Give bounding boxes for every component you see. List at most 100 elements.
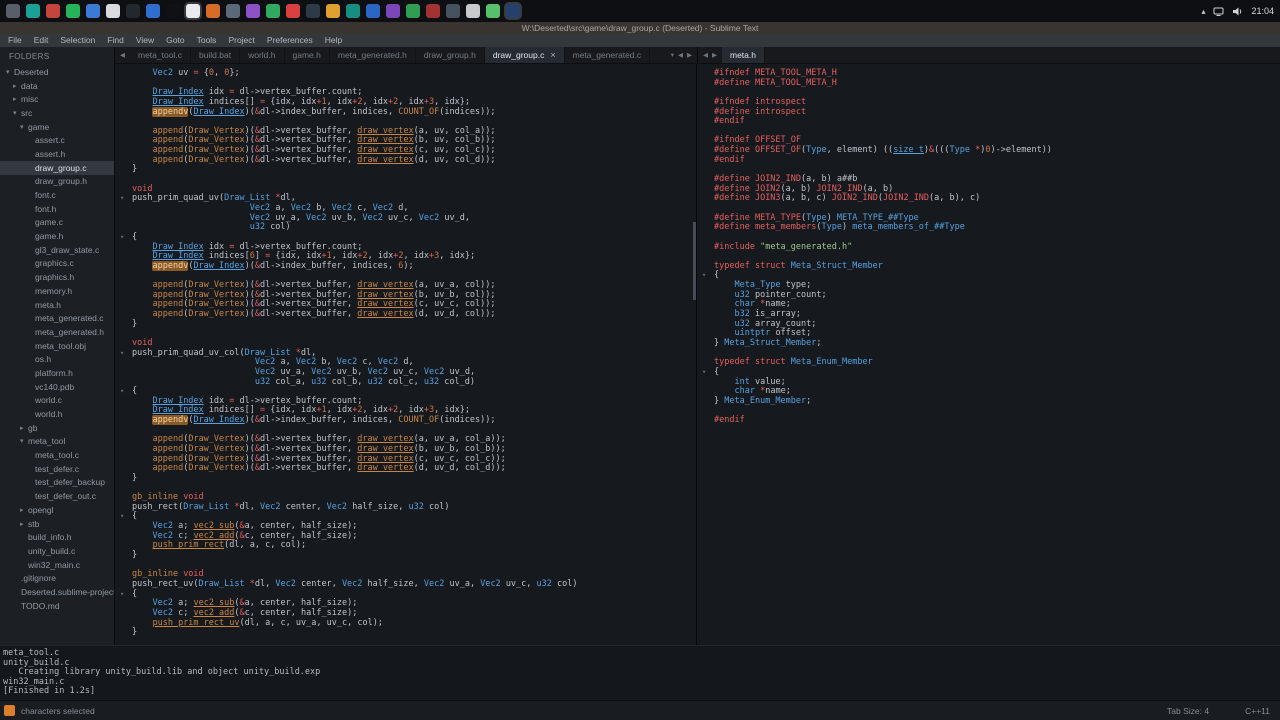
taskbar-app-icon[interactable]	[486, 4, 500, 18]
tree-file-platform.h[interactable]: platform.h	[0, 366, 114, 380]
tree-file-test_defer_backup[interactable]: test_defer_backup	[0, 476, 114, 490]
tab-scroll-left-icon[interactable]: ◀	[703, 51, 708, 59]
taskbar-app-icon[interactable]	[266, 4, 280, 18]
menu-view[interactable]: View	[130, 34, 160, 47]
tray-volume-icon[interactable]	[1232, 6, 1243, 17]
tree-file-meta_tool.c[interactable]: meta_tool.c	[0, 448, 114, 462]
tree-folder-game[interactable]: ▾game	[0, 120, 114, 134]
taskbar-app-icon[interactable]	[466, 4, 480, 18]
taskbar-app-icon[interactable]	[286, 4, 300, 18]
tree-folder-opengl[interactable]: ▸opengl	[0, 503, 114, 517]
tree-file-meta.h[interactable]: meta.h	[0, 298, 114, 312]
taskbar-app-icon[interactable]	[46, 4, 60, 18]
fold-arrow-icon[interactable]: ▾	[120, 233, 124, 243]
taskbar-app-icon[interactable]	[6, 4, 20, 18]
editor-pane-right[interactable]: #ifndef META_TOOL_META_H#define META_TOO…	[697, 64, 1280, 645]
menu-preferences[interactable]: Preferences	[261, 34, 319, 47]
tree-file-world.c[interactable]: world.c	[0, 394, 114, 408]
tab-draw_group.h[interactable]: draw_group.h	[416, 47, 485, 63]
tree-folder-src[interactable]: ▾src	[0, 106, 114, 120]
tree-folder-Deserted[interactable]: ▾Deserted	[0, 65, 114, 79]
tab-scroll-right-icon[interactable]: ▶	[712, 51, 717, 59]
taskbar-app-icon[interactable]	[66, 4, 80, 18]
window-titlebar[interactable]: W:\Deserted\src\game\draw_group.c (Deser…	[0, 22, 1280, 34]
editor-pane-left[interactable]: Vec2 uv = {0, 0}; Draw_Index idx = dl->v…	[115, 64, 697, 645]
tab-draw_group.c[interactable]: draw_group.c×	[485, 47, 565, 63]
tab-overflow-icon[interactable]: ▾	[671, 51, 674, 59]
tree-file-font.h[interactable]: font.h	[0, 202, 114, 216]
status-notification-icon[interactable]	[4, 705, 15, 716]
tray-chevron-up-icon[interactable]: ▴	[1201, 7, 1205, 16]
tree-file-build_info.h[interactable]: build_info.h	[0, 530, 114, 544]
tree-file-world.h[interactable]: world.h	[0, 407, 114, 421]
menu-tools[interactable]: Tools	[191, 34, 223, 47]
tree-file-test_defer_out.c[interactable]: test_defer_out.c	[0, 489, 114, 503]
fold-arrow-icon[interactable]: ▾	[120, 194, 124, 204]
taskbar-app-icon[interactable]	[346, 4, 360, 18]
tree-folder-meta_tool[interactable]: ▾meta_tool	[0, 435, 114, 449]
tree-file-win32_main.c[interactable]: win32_main.c	[0, 558, 114, 572]
tree-file-.gitignore[interactable]: .gitignore	[0, 571, 114, 585]
taskbar-app-icon[interactable]	[86, 4, 100, 18]
tree-file-TODO.md[interactable]: TODO.md	[0, 599, 114, 613]
menu-selection[interactable]: Selection	[54, 34, 101, 47]
tree-file-unity_build.c[interactable]: unity_build.c	[0, 544, 114, 558]
tree-file-memory.h[interactable]: memory.h	[0, 284, 114, 298]
taskbar-app-icon[interactable]	[166, 4, 180, 18]
tab-size-indicator[interactable]: Tab Size: 4	[1167, 706, 1209, 716]
fold-arrow-icon[interactable]: ▾	[120, 590, 124, 600]
taskbar-app-icon[interactable]	[186, 4, 200, 18]
taskbar-app-icon[interactable]	[326, 4, 340, 18]
tree-file-test_defer.c[interactable]: test_defer.c	[0, 462, 114, 476]
taskbar-app-icon[interactable]	[126, 4, 140, 18]
tree-folder-stb[interactable]: ▸stb	[0, 517, 114, 531]
taskbar-app-icon[interactable]	[26, 4, 40, 18]
tree-file-assert.h[interactable]: assert.h	[0, 147, 114, 161]
taskbar-app-icon[interactable]	[306, 4, 320, 18]
tab-meta_generated.h[interactable]: meta_generated.h	[330, 47, 416, 63]
taskbar-clock[interactable]: 21:04	[1251, 6, 1274, 16]
tab-build.bat[interactable]: build.bat	[191, 47, 240, 63]
left-pane-scrollbar[interactable]	[693, 222, 696, 300]
menu-help[interactable]: Help	[319, 34, 348, 47]
tab-close-icon[interactable]: ×	[550, 50, 555, 60]
tree-file-draw_group.c[interactable]: draw_group.c	[0, 161, 114, 175]
taskbar-app-icon[interactable]	[386, 4, 400, 18]
menu-edit[interactable]: Edit	[28, 34, 55, 47]
tab-world.h[interactable]: world.h	[240, 47, 284, 63]
taskbar-app-icon[interactable]	[406, 4, 420, 18]
fold-arrow-icon[interactable]: ▾	[120, 387, 124, 397]
tab-scroll-right-icon[interactable]: ▶	[687, 51, 692, 59]
tree-file-game.c[interactable]: game.c	[0, 216, 114, 230]
menu-project[interactable]: Project	[222, 34, 260, 47]
taskbar-app-icon[interactable]	[426, 4, 440, 18]
tree-file-font.c[interactable]: font.c	[0, 188, 114, 202]
tree-file-game.h[interactable]: game.h	[0, 229, 114, 243]
tree-file-os.h[interactable]: os.h	[0, 352, 114, 366]
taskbar-app-icon[interactable]	[446, 4, 460, 18]
tree-file-draw_group.h[interactable]: draw_group.h	[0, 175, 114, 189]
tree-file-meta_generated.h[interactable]: meta_generated.h	[0, 325, 114, 339]
fold-arrow-icon[interactable]: ▾	[702, 368, 706, 378]
menu-goto[interactable]: Goto	[160, 34, 190, 47]
taskbar-app-icon[interactable]	[206, 4, 220, 18]
tree-file-graphics.c[interactable]: graphics.c	[0, 257, 114, 271]
fold-arrow-icon[interactable]: ▾	[702, 271, 706, 281]
tab-scroll-left-icon[interactable]: ◀	[678, 51, 683, 59]
taskbar-app-icon[interactable]	[146, 4, 160, 18]
tree-file-meta_tool.obj[interactable]: meta_tool.obj	[0, 339, 114, 353]
taskbar-app-icon[interactable]	[226, 4, 240, 18]
tab-meta_generated.c[interactable]: meta_generated.c	[565, 47, 651, 63]
build-output-panel[interactable]: meta_tool.cunity_build.c Creating librar…	[0, 645, 1280, 700]
tree-folder-data[interactable]: ▸data	[0, 79, 114, 93]
syntax-indicator[interactable]: C++11	[1245, 706, 1270, 716]
tab-scroll-left-icon[interactable]: ◀	[115, 47, 130, 63]
fold-arrow-icon[interactable]: ▾	[120, 349, 124, 359]
taskbar-app-icon[interactable]	[246, 4, 260, 18]
tray-network-icon[interactable]	[1213, 6, 1224, 17]
tree-file-meta_generated.c[interactable]: meta_generated.c	[0, 311, 114, 325]
tab-game.h[interactable]: game.h	[285, 47, 330, 63]
taskbar-app-icon[interactable]	[366, 4, 380, 18]
tree-folder-gb[interactable]: ▸gb	[0, 421, 114, 435]
tree-file-vc140.pdb[interactable]: vc140.pdb	[0, 380, 114, 394]
